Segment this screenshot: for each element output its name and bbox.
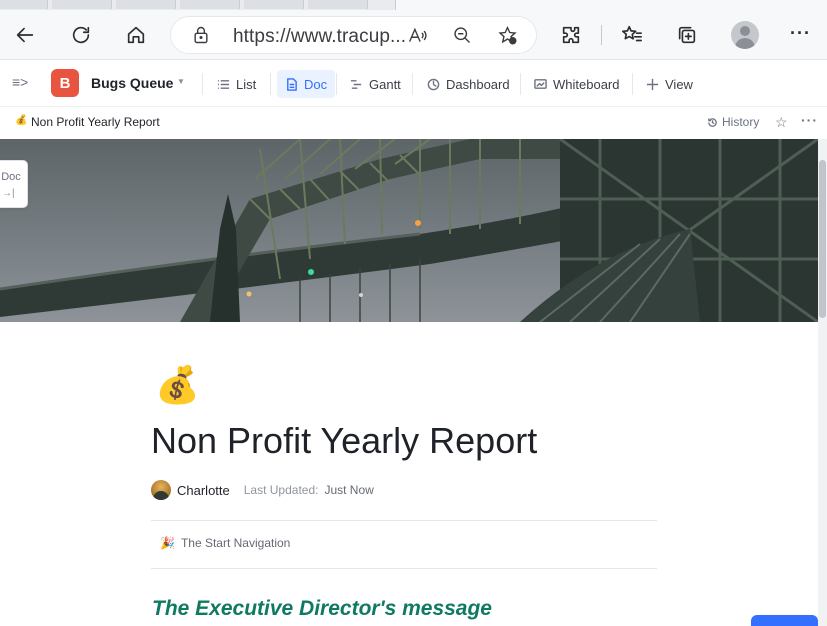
bridge-photo xyxy=(0,139,818,322)
profile-avatar[interactable] xyxy=(731,21,759,49)
toc-label: The Start Navigation xyxy=(180,536,291,550)
collections-icon xyxy=(678,26,696,44)
divider xyxy=(151,520,657,521)
favorites-list-icon xyxy=(622,25,642,42)
list-icon xyxy=(217,79,230,89)
divider xyxy=(151,568,657,569)
url-text: https://www.tracup... xyxy=(233,26,407,47)
tab-dashboard[interactable]: Dashboard xyxy=(419,70,518,98)
tab-gantt[interactable]: Gantt xyxy=(342,70,409,98)
gantt-icon xyxy=(350,79,362,89)
home-button[interactable] xyxy=(121,20,151,50)
doc-icon xyxy=(287,77,297,91)
history-icon xyxy=(708,117,717,127)
more-options-icon[interactable]: ··· xyxy=(801,112,818,128)
browser-toolbar: https://www.tracup... ··· xyxy=(0,10,827,60)
browser-tab[interactable] xyxy=(116,0,176,9)
browser-tab[interactable] xyxy=(308,0,368,9)
doc-tab-label: Doc xyxy=(1,171,21,183)
browser-tab[interactable] xyxy=(52,0,112,9)
reload-button[interactable] xyxy=(66,20,96,50)
tab-label: View xyxy=(665,76,693,92)
history-label: History xyxy=(722,115,760,129)
scrollbar-thumb[interactable] xyxy=(819,160,826,318)
party-popper-icon: 🎉 xyxy=(160,536,175,550)
author-name[interactable]: Charlotte xyxy=(177,483,230,498)
puzzle-icon xyxy=(562,26,580,44)
tab-label: Dashboard xyxy=(446,76,510,92)
divider xyxy=(520,73,521,95)
history-button[interactable]: History xyxy=(707,115,759,129)
address-bar[interactable]: https://www.tracup... xyxy=(170,16,537,54)
breadcrumb-title[interactable]: Non Profit Yearly Report xyxy=(31,115,160,129)
money-bag-icon: 💰 xyxy=(15,115,28,126)
tab-label: Whiteboard xyxy=(553,76,620,92)
favorites-button[interactable] xyxy=(617,20,647,50)
last-updated-label: Last Updated: xyxy=(243,483,319,497)
arrow-left-icon xyxy=(16,27,34,43)
app-toolbar: ≡> B Bugs Queue ▼ List Doc Gantt Dashboa… xyxy=(0,61,827,107)
browser-menu-icon[interactable]: ··· xyxy=(790,23,811,44)
collections-button[interactable] xyxy=(672,20,702,50)
last-updated-value: Just Now xyxy=(324,483,374,497)
divider xyxy=(336,73,337,95)
doc-meta: Charlotte Last Updated: Just Now xyxy=(151,480,374,500)
home-icon xyxy=(127,26,145,44)
divider xyxy=(412,73,413,95)
browser-tab[interactable] xyxy=(244,0,304,9)
tab-label: Doc xyxy=(304,76,328,92)
divider xyxy=(202,73,203,95)
refresh-icon xyxy=(72,26,90,44)
section-heading[interactable]: The Executive Director's message xyxy=(152,597,492,621)
caret-down-icon[interactable]: ▼ xyxy=(177,77,185,86)
space-badge[interactable]: B xyxy=(51,69,79,97)
add-favorite-icon[interactable] xyxy=(497,25,518,51)
browser-tab-active[interactable] xyxy=(395,0,827,10)
browser-tab[interactable] xyxy=(180,0,240,9)
back-button[interactable] xyxy=(10,20,40,50)
page-title[interactable]: Non Profit Yearly Report xyxy=(151,420,537,462)
cover-image xyxy=(0,139,818,322)
expand-arrow-icon: →| xyxy=(2,188,15,199)
browser-tab-strip xyxy=(0,0,827,10)
plus-icon xyxy=(646,78,659,90)
doc-outline-toggle[interactable]: Doc →| xyxy=(0,160,28,208)
star-icon[interactable]: ☆ xyxy=(775,114,788,131)
tab-list[interactable]: List xyxy=(209,70,264,98)
extensions-button[interactable] xyxy=(556,20,586,50)
money-bag-icon[interactable]: 💰 xyxy=(155,363,200,407)
browser-tab[interactable] xyxy=(0,0,48,9)
sidebar-toggle-icon[interactable]: ≡> xyxy=(12,74,28,90)
lock-icon xyxy=(191,25,211,50)
breadcrumb: 💰 Non Profit Yearly Report History ☆ ··· xyxy=(0,107,827,139)
tab-whiteboard[interactable]: Whiteboard xyxy=(526,70,627,98)
divider xyxy=(632,73,633,95)
toc-link[interactable]: 🎉 The Start Navigation xyxy=(160,536,290,550)
space-name[interactable]: Bugs Queue xyxy=(91,75,173,91)
tab-label: List xyxy=(236,76,257,92)
avatar[interactable] xyxy=(151,480,171,500)
toolbar-divider xyxy=(601,25,602,45)
read-aloud-icon[interactable] xyxy=(407,25,428,51)
dashboard-icon xyxy=(427,78,440,90)
whiteboard-icon xyxy=(534,78,547,89)
tab-label: Gantt xyxy=(369,76,401,92)
zoom-out-icon[interactable] xyxy=(452,25,473,51)
add-view-button[interactable]: View xyxy=(638,70,701,98)
tab-doc[interactable]: Doc xyxy=(277,70,336,98)
floating-action-button[interactable] xyxy=(751,615,818,626)
divider xyxy=(270,73,271,95)
